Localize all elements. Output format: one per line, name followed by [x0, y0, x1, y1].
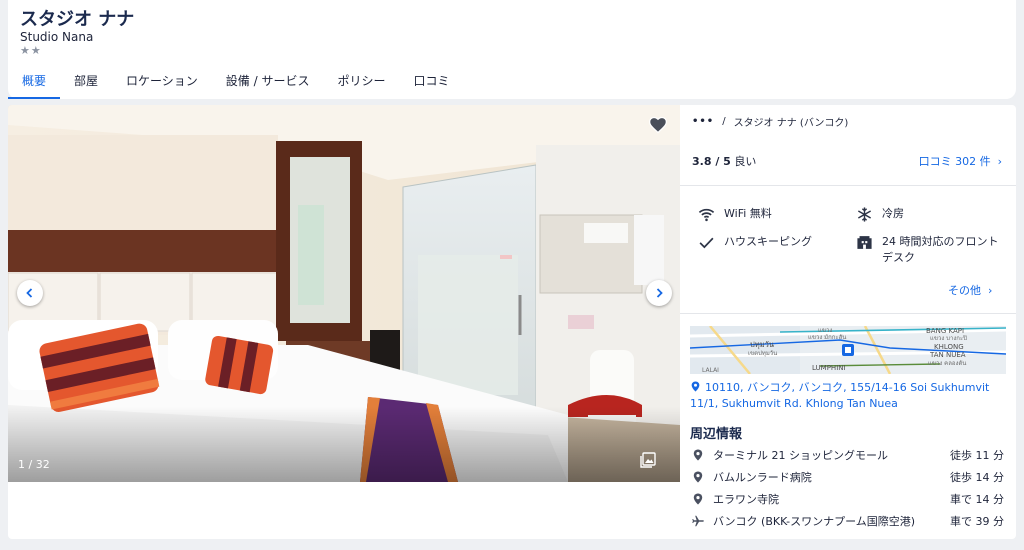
chevron-right-icon: › [994, 155, 1002, 168]
tab-overview[interactable]: 概要 [8, 64, 61, 99]
address-text: 10110, バンコク, バンコク, 155/14-16 Soi Sukhumv… [690, 381, 990, 410]
tab-location[interactable]: ロケーション [112, 64, 212, 99]
map-label: LALAI [702, 367, 719, 374]
breadcrumb-more[interactable]: ••• [692, 116, 714, 127]
map-label: แขวง มักกะสัน [808, 334, 846, 341]
tab-rooms[interactable]: 部屋 [60, 64, 112, 99]
photo-gallery[interactable]: 1 / 32 [8, 105, 680, 482]
rating-row: 3.8 / 5 良い 口コミ 302 件 › [692, 153, 1002, 169]
room-photo [8, 105, 680, 482]
map-label: BANG KAPI [926, 327, 964, 335]
tab-reviews[interactable]: 口コミ [400, 64, 464, 99]
hotel-name: スタジオ ナナ [20, 9, 135, 30]
nearby-distance: 車で 39 分 [950, 515, 1004, 528]
nearby-distance: 徒歩 11 分 [950, 449, 1004, 462]
wifi-icon [698, 208, 715, 222]
amenity-front-desk: 24 時間対応のフロントデスク [856, 234, 1006, 266]
hotel-name-english: Studio Nana [20, 30, 94, 44]
nearby-item: バンコク (BKK-スワンナプーム国際空港) 車で 39 分 [692, 513, 1004, 529]
map-label: KHLONG [934, 343, 964, 351]
nearby-title: 周辺情報 [690, 427, 743, 442]
reviews-link[interactable]: 口コミ 302 件 › [919, 153, 1002, 169]
more-amenities-link[interactable]: その他 › [948, 282, 992, 298]
nearby-item: ターミナル 21 ショッピングモール 徒歩 11 分 [692, 447, 1004, 463]
amenity-label: 24 時間対応のフロントデスク [882, 235, 999, 264]
chevron-left-icon [26, 288, 33, 298]
property-main-card: 1 / 32 ••• / スタジオ ナナ (バンコク) 3.8 / 5 良い 口… [8, 105, 1016, 539]
more-amenities-label: その他 [948, 284, 981, 297]
pin-icon [691, 381, 700, 392]
pin-icon [693, 471, 703, 483]
location-map[interactable]: ปทุมวัน เขตปทุมวัน แขวง แขวง มักกะสัน BA… [690, 326, 1006, 374]
amenity-label: 冷房 [882, 207, 904, 220]
snowflake-icon [857, 207, 872, 222]
map-label: แขวง [818, 327, 832, 334]
next-photo-button[interactable] [646, 280, 672, 306]
guest-rating: 3.8 / 5 良い [692, 153, 756, 169]
rating-score: 3.8 / 5 [692, 155, 731, 168]
nearby-distance: 車で 14 分 [950, 493, 1004, 506]
breadcrumb-current: スタジオ ナナ (バンコク) [733, 118, 849, 129]
pin-icon [693, 493, 703, 505]
rating-label: 良い [734, 155, 757, 168]
nearby-name: バムルンラード病院 [713, 471, 812, 484]
check-icon [699, 237, 714, 249]
map-label: แขวง คลองตัน [928, 360, 966, 367]
address-link[interactable]: 10110, バンコク, バンコク, 155/14-16 Soi Sukhumv… [690, 380, 1006, 412]
nearby-item: エラワン寺院 車で 14 分 [692, 491, 1004, 507]
previous-photo-button[interactable] [17, 280, 43, 306]
map-label: ปทุมวัน [750, 340, 774, 349]
chevron-right-icon: › [984, 284, 993, 297]
map-label: LUMPHINI [812, 364, 846, 372]
section-tabs: 概要 部屋 ロケーション 設備 / サービス ポリシー 口コミ [8, 64, 464, 99]
nearby-item: バムルンラード病院 徒歩 14 分 [692, 469, 1004, 485]
map-label: TAN NUEA [929, 351, 966, 359]
nearby-name: エラワン寺院 [713, 493, 779, 506]
property-summary-panel: ••• / スタジオ ナナ (バンコク) 3.8 / 5 良い 口コミ 302 … [680, 105, 1016, 539]
front-desk-icon [857, 236, 872, 249]
amenity-wifi: WiFi 無料 [698, 206, 772, 223]
tab-amenities[interactable]: 設備 / サービス [212, 64, 324, 99]
star-rating: ★★ [20, 44, 42, 57]
amenity-housekeeping: ハウスキーピング [698, 234, 812, 251]
reviews-link-label: 口コミ 302 件 [918, 155, 991, 168]
divider [680, 185, 1016, 186]
map-label: เขตปทุมวัน [748, 350, 777, 357]
nearby-name: ターミナル 21 ショッピングモール [713, 449, 888, 462]
map-label: แขวง บางกะปิ [930, 335, 967, 342]
pin-icon [693, 449, 703, 461]
nearby-name: バンコク (BKK-スワンナプーム国際空港) [713, 515, 916, 528]
photo-counter: 1 / 32 [18, 458, 50, 471]
breadcrumb: ••• / スタジオ ナナ (バンコク) [692, 114, 848, 129]
nearby-distance: 徒歩 14 分 [950, 471, 1004, 484]
tab-policies[interactable]: ポリシー [323, 64, 399, 99]
property-header: スタジオ ナナ Studio Nana ★★ 概要 部屋 ロケーション 設備 /… [8, 0, 1016, 99]
amenity-aircon: 冷房 [856, 206, 904, 223]
map-image: ปทุมวัน เขตปทุมวัน แขวง แขวง มักกะสัน BA… [690, 326, 1006, 374]
divider [680, 313, 1016, 314]
plane-icon [692, 515, 704, 527]
gallery-icon[interactable] [640, 452, 656, 468]
heart-icon[interactable] [648, 115, 668, 135]
amenity-label: ハウスキーピング [724, 235, 812, 248]
breadcrumb-separator: / [722, 116, 726, 127]
chevron-right-icon [656, 288, 663, 298]
amenity-label: WiFi 無料 [724, 207, 772, 220]
